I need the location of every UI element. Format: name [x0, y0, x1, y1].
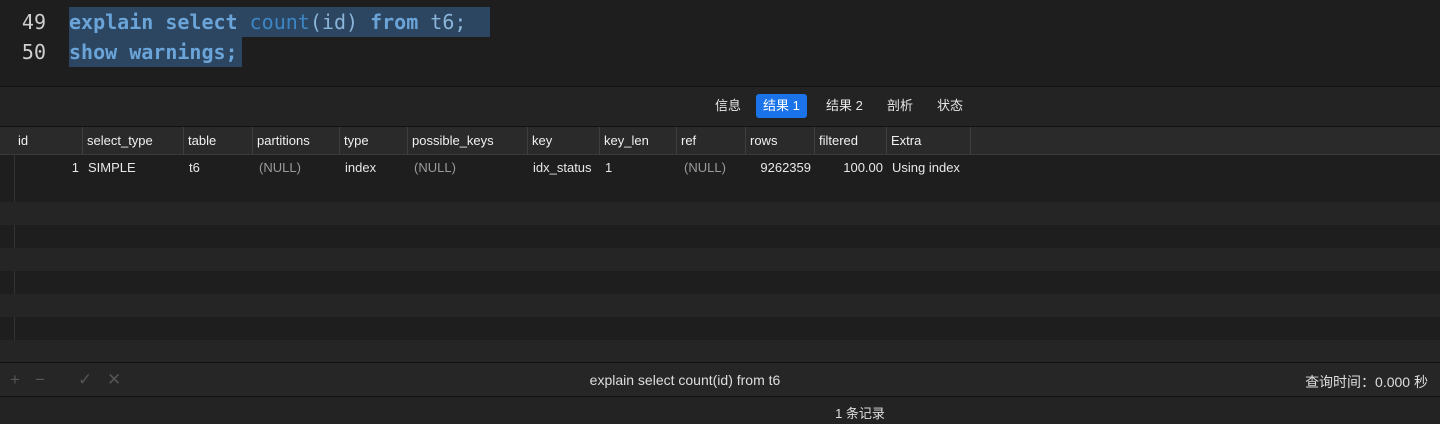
table-row[interactable]: 1 SIMPLE t6 (NULL) index (NULL) idx_stat… — [0, 156, 1440, 179]
cell-extra[interactable]: Using index — [888, 156, 988, 179]
code-function: count — [249, 10, 310, 34]
result-tabs: 信息 结果 1 结果 2 剖析 状态 — [0, 86, 1440, 126]
empty-row — [0, 225, 1440, 248]
cell-table[interactable]: t6 — [185, 156, 253, 179]
cell-filtered[interactable]: 100.00 — [815, 156, 887, 179]
cell-id[interactable]: 1 — [14, 156, 83, 179]
cell-possible-keys[interactable]: (NULL) — [410, 156, 528, 179]
code-keyword: from — [370, 10, 419, 34]
column-header-possible-keys[interactable]: possible_keys — [408, 127, 528, 155]
cell-key[interactable]: idx_status — [529, 156, 601, 179]
code-line[interactable]: show warnings; — [69, 37, 242, 67]
empty-row — [0, 340, 1440, 362]
executed-sql-status: explain select count(id) from t6 — [589, 372, 781, 388]
column-header-select-type[interactable]: select_type — [83, 127, 184, 155]
query-time: 查询时间：0.000 秒 — [1305, 374, 1428, 390]
tab-info[interactable]: 信息 — [708, 94, 748, 118]
tab-result-2[interactable]: 结果 2 — [819, 94, 870, 118]
cell-rows[interactable]: 9262359 — [746, 156, 815, 179]
empty-row — [0, 271, 1440, 294]
empty-row — [0, 179, 1440, 202]
editor-line[interactable]: 50 show warnings; — [0, 37, 1440, 67]
editor-line[interactable]: 49 explain select count(id) from t6; — [0, 7, 1440, 37]
column-header-partitions[interactable]: partitions — [253, 127, 340, 155]
line-number: 50 — [21, 40, 46, 64]
empty-row — [0, 294, 1440, 317]
record-count-bar: 1 条记录 — [0, 396, 1440, 424]
column-header-key-len[interactable]: key_len — [600, 127, 677, 155]
code-text: (id) — [309, 10, 359, 34]
code-keyword: select — [165, 10, 238, 34]
line-number: 49 — [21, 10, 46, 34]
cell-partitions[interactable]: (NULL) — [255, 156, 340, 179]
column-header-id[interactable]: id — [14, 127, 83, 155]
cell-type[interactable]: index — [341, 156, 408, 179]
result-grid[interactable]: id select_type table partitions type pos… — [0, 126, 1440, 362]
column-header-table[interactable]: table — [184, 127, 253, 155]
cell-key-len[interactable]: 1 — [601, 156, 677, 179]
tab-profile[interactable]: 剖析 — [880, 94, 920, 118]
column-header-filtered[interactable]: filtered — [815, 127, 887, 155]
column-header-type[interactable]: type — [340, 127, 408, 155]
tab-result-1[interactable]: 结果 1 — [756, 94, 807, 118]
column-header-key[interactable]: key — [528, 127, 600, 155]
tab-status[interactable]: 状态 — [930, 94, 970, 118]
code-keyword: explain — [69, 10, 154, 34]
column-header-rows[interactable]: rows — [746, 127, 815, 155]
code-keyword: warnings; — [129, 40, 238, 64]
record-count: 1 条记录 — [835, 406, 885, 421]
code-text: t6; — [430, 10, 467, 34]
column-header-extra[interactable]: Extra — [887, 127, 971, 155]
cell-ref[interactable]: (NULL) — [680, 156, 746, 179]
empty-row — [0, 248, 1440, 271]
code-line[interactable]: explain select count(id) from t6; — [69, 7, 490, 37]
cell-select-type[interactable]: SIMPLE — [84, 156, 184, 179]
sql-editor[interactable]: 49 explain select count(id) from t6; 50 … — [0, 0, 1440, 86]
empty-row — [0, 317, 1440, 340]
grid-header: id select_type table partitions type pos… — [0, 126, 1440, 155]
code-keyword: show — [69, 40, 118, 64]
grid-toolbar: + − ✓ ✕ explain select count(id) from t6… — [0, 362, 1440, 396]
empty-row — [0, 202, 1440, 225]
column-header-ref[interactable]: ref — [677, 127, 746, 155]
